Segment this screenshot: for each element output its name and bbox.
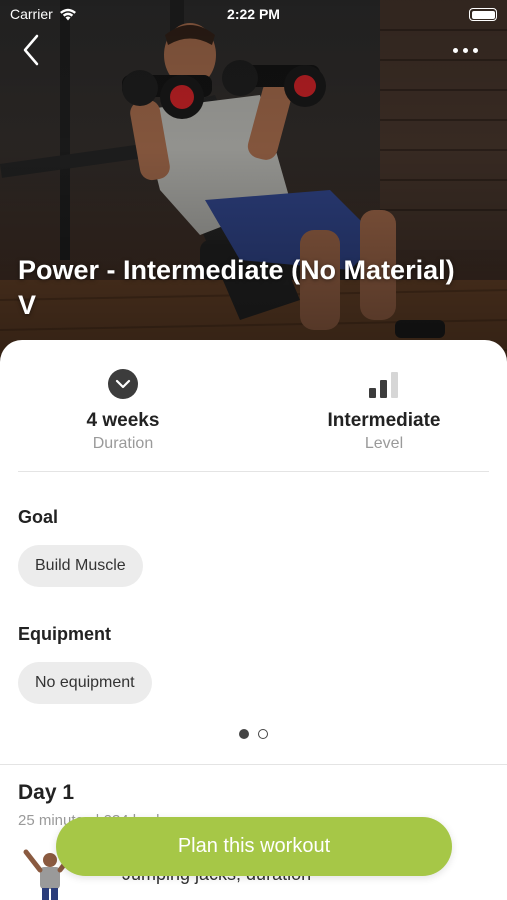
clock: 2:22 PM — [227, 6, 280, 22]
duration-stat: 4 weeks Duration — [3, 368, 243, 453]
level-caption: Level — [364, 435, 404, 452]
chevron-left-icon — [23, 34, 39, 66]
level-stat: Intermediate Level — [264, 368, 504, 453]
workout-title: Power - Intermediate (No Material) V — [18, 255, 455, 320]
duration-value: 4 weeks — [86, 410, 160, 431]
back-button[interactable] — [22, 30, 52, 70]
details-sheet: 4 weeks Duration Intermediate Level Goal… — [0, 340, 507, 900]
goal-label: Goal — [18, 507, 59, 527]
page-dot[interactable] — [258, 729, 268, 739]
level-value: Intermediate — [327, 410, 441, 431]
divider — [18, 471, 489, 472]
page-dot-active[interactable] — [239, 729, 249, 739]
more-horizontal-icon — [452, 47, 458, 53]
more-dot — [472, 47, 478, 53]
page-indicator[interactable] — [0, 729, 507, 739]
equipment-label: Equipment — [18, 624, 111, 644]
more-options-button[interactable] — [445, 36, 485, 64]
level-bars-icon — [369, 372, 398, 398]
duration-caption: Duration — [92, 435, 154, 452]
battery-icon — [469, 8, 497, 21]
status-bar: Carrier 2:22 PM — [0, 0, 507, 28]
day-title: Day 1 — [18, 781, 75, 804]
equipment-chip[interactable]: No equipment — [18, 662, 152, 704]
section-divider — [0, 764, 507, 765]
goal-chip[interactable]: Build Muscle — [18, 545, 143, 587]
plan-workout-button[interactable]: Plan this workout — [56, 817, 452, 876]
chevron-down-circle-icon — [108, 369, 138, 399]
more-dot — [462, 47, 468, 53]
stats-row: 4 weeks Duration Intermediate Level — [0, 340, 507, 472]
